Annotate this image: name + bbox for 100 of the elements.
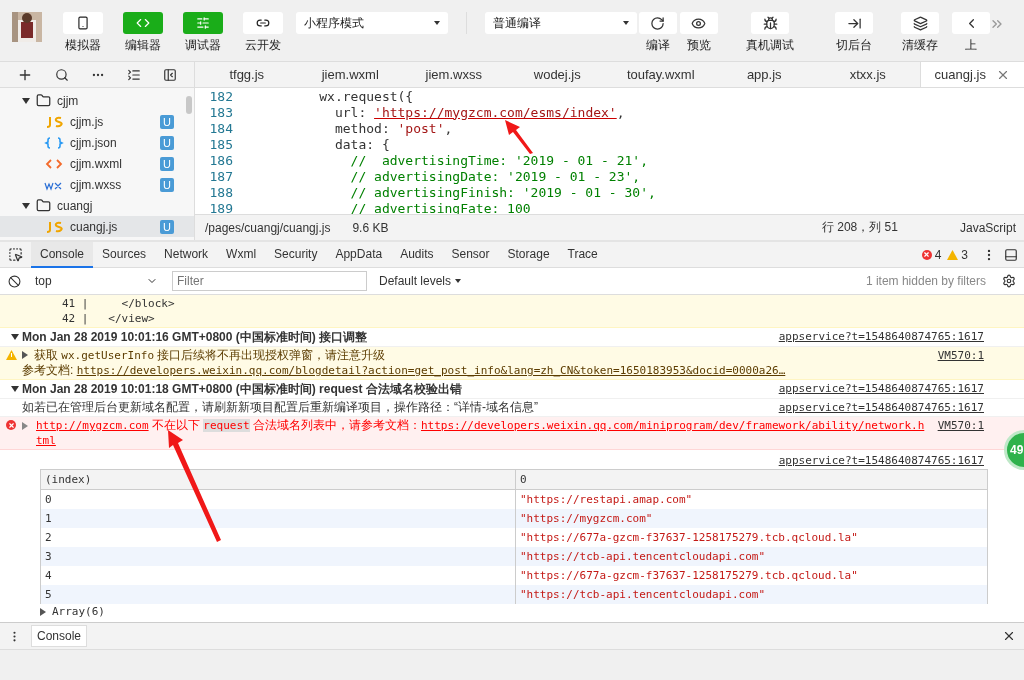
log-group-title: Mon Jan 28 2019 10:01:18 GMT+0800 (中国标准时间) request 合法域名校验出错 — [22, 381, 463, 397]
search-icon[interactable] — [55, 67, 69, 82]
code-line: // advertisingTime: '2019 - 01 - 21', — [349, 152, 648, 168]
filter-field[interactable]: Filter — [172, 271, 367, 291]
eye-icon — [691, 15, 706, 31]
devtools-tab[interactable]: Audits — [391, 241, 443, 268]
toolbar-button[interactable] — [901, 12, 939, 34]
expand-arrow-icon[interactable] — [11, 386, 19, 392]
folder-row[interactable]: cuangj — [0, 195, 194, 216]
code-line: // advertisingFinish: '2019 - 01 - 30', — [349, 184, 656, 200]
file-row[interactable]: cjjm.js U — [0, 111, 194, 132]
collapse-icon[interactable] — [127, 67, 141, 82]
file-tab[interactable]: app.js — [712, 62, 816, 87]
file-tab[interactable]: jiem.wxss — [402, 62, 506, 87]
sliders-icon — [196, 16, 210, 30]
toolbar-button[interactable] — [835, 12, 873, 34]
file-name: cjjm.wxml — [70, 156, 123, 171]
clear-icon[interactable] — [8, 274, 21, 288]
context-select[interactable]: top — [29, 274, 164, 288]
file-row[interactable]: cjjm.wxss U — [0, 174, 194, 195]
code-line: method: 'post', — [333, 120, 453, 136]
expand-arrow-icon[interactable] — [22, 202, 30, 209]
file-tab[interactable]: tfgg.js — [195, 62, 299, 87]
file-name: cjjm.js — [70, 114, 105, 129]
panel-icon[interactable] — [163, 67, 177, 82]
error-icon — [921, 249, 932, 260]
source-link[interactable]: appservice?t=1548640874765:1617 — [778, 453, 984, 468]
source-link[interactable]: VM570:1 — [937, 418, 984, 433]
folder-row[interactable]: cjjm — [0, 90, 194, 111]
view-toggle[interactable] — [123, 12, 163, 34]
language-label: JavaScript — [959, 220, 1016, 235]
expand-arrow-icon[interactable] — [40, 607, 46, 616]
file-row[interactable]: cuangj.js U — [0, 216, 194, 237]
view-toggle[interactable] — [243, 12, 283, 34]
cursor-position: 行 208，列 51 — [821, 219, 898, 236]
scrollbar[interactable] — [186, 96, 192, 114]
file-row[interactable]: cjjm.wxml U — [0, 153, 194, 174]
array-label[interactable]: Array(6) — [52, 605, 105, 618]
devtools-tab[interactable]: Network — [155, 241, 218, 268]
line-number: 187 — [208, 168, 234, 184]
source-link[interactable]: appservice?t=1548640874765:1617 — [778, 381, 984, 396]
file-tab[interactable]: cuangj.js — [919, 62, 1024, 87]
file-path: /pages/cuangj/cuangj.js — [205, 220, 331, 235]
view-toggle[interactable] — [63, 12, 103, 34]
devtools-tab[interactable]: Wxml — [217, 241, 266, 268]
toolbar-label: 编辑器 — [125, 37, 161, 54]
devtools-tab[interactable]: Console — [31, 241, 94, 268]
file-tab[interactable]: toufay.wxml — [609, 62, 713, 87]
source-link[interactable]: appservice?t=1548640874765:1617 — [778, 400, 984, 415]
settings-icon[interactable] — [1002, 274, 1016, 288]
file-tab[interactable]: jiem.wxml — [298, 62, 402, 87]
mode-select[interactable]: 小程序模式 — [296, 12, 448, 34]
refresh-icon — [650, 15, 665, 31]
code-line: data: { — [333, 136, 390, 152]
devtools-tab[interactable]: Trace — [558, 241, 607, 268]
link[interactable]: https://developers.weixin.qq.com/blogdetail?action=get_post_info&lang=zh_CN&token=1650183953&docid=0000a26… — [76, 364, 786, 377]
view-toggle[interactable] — [183, 12, 223, 34]
toolbar-label: 调试器 — [185, 37, 221, 54]
status-badge: U — [160, 219, 174, 234]
toolbar-label: 模拟器 — [65, 37, 101, 54]
compile-select[interactable]: 普通编译 — [485, 12, 637, 34]
devtools-tab[interactable]: Security — [265, 241, 327, 268]
levels-select[interactable]: Default levels — [379, 274, 462, 288]
caret-icon — [434, 21, 440, 25]
line-number: 184 — [208, 120, 234, 136]
line-number: 188 — [208, 184, 234, 200]
file-tab[interactable]: wodej.js — [505, 62, 609, 87]
file-name: cuangj — [57, 198, 94, 213]
expand-arrow-icon[interactable] — [22, 97, 30, 104]
caret-icon — [623, 21, 629, 25]
source-link[interactable]: VM570:1 — [937, 348, 984, 363]
toolbar-button[interactable] — [679, 12, 718, 34]
file-name: cuangj.js — [70, 219, 119, 234]
error-count[interactable]: 4 — [934, 247, 942, 262]
code-line: // advertisingDate: '2019 - 01 - 23', — [349, 168, 641, 184]
folder-icon — [36, 198, 51, 213]
devtools-tab[interactable]: AppData — [326, 241, 392, 268]
dock-icon[interactable] — [1004, 247, 1018, 262]
file-tab[interactable]: xtxx.js — [816, 62, 920, 87]
toolbar-label: 预览 — [686, 37, 711, 54]
inspect-icon[interactable] — [8, 247, 23, 262]
devtools-tab[interactable]: Sensor — [442, 241, 499, 268]
warning-icon — [6, 350, 17, 360]
log-group-title: Mon Jan 28 2019 10:01:16 GMT+0800 (中国标准时间) 接口调整 — [22, 329, 369, 345]
toolbar-button[interactable] — [638, 12, 677, 34]
drawer-tab[interactable]: Console — [31, 625, 88, 647]
status-badge: U — [160, 177, 174, 192]
link[interactable]: http://mygzcm.com — [36, 419, 149, 432]
close-icon[interactable] — [1002, 629, 1016, 643]
warning-message: 获取 wx.getUserInfo 接口后续将不再出现授权弹窗，请注意升级 — [34, 349, 386, 362]
file-row[interactable]: cjjm.json U — [0, 132, 194, 153]
source-link[interactable]: appservice?t=1548640874765:1617 — [778, 329, 984, 344]
expand-arrow-icon[interactable] — [22, 351, 28, 359]
devtools-tab[interactable]: Sources — [93, 241, 156, 268]
code-snippet: 41 | </block> 42 | </view> — [61, 296, 176, 326]
toolbar-button[interactable] — [751, 12, 789, 34]
warning-count[interactable]: 3 — [961, 247, 968, 262]
toolbar-label: 云开发 — [245, 37, 281, 54]
expand-arrow-icon[interactable] — [11, 334, 19, 340]
devtools-tab[interactable]: Storage — [498, 241, 559, 268]
